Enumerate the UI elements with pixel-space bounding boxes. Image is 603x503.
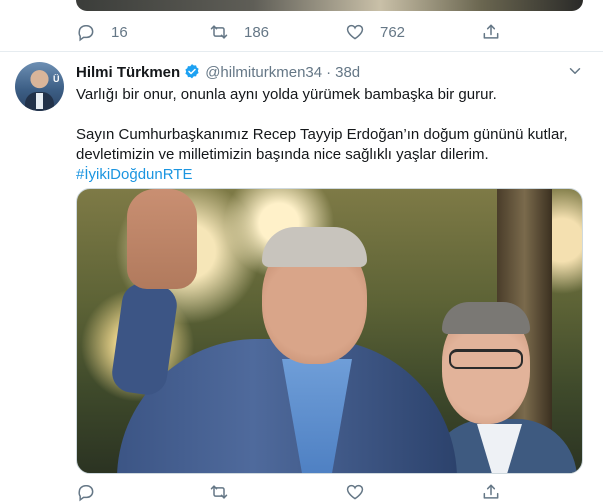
photo-person-left-hair	[262, 227, 367, 267]
like-count: 762	[380, 23, 406, 41]
reply-icon	[78, 25, 94, 42]
tweet-photo[interactable]	[76, 188, 583, 474]
author-handle[interactable]: @hilmiturkmen34	[205, 64, 322, 81]
avatar-shirt	[36, 93, 43, 109]
previous-tweet-image[interactable]	[76, 0, 583, 11]
author-name[interactable]: Hilmi Türkmen	[76, 64, 180, 81]
tweet-divider	[0, 51, 603, 52]
retweet-button[interactable]: 186	[209, 21, 269, 43]
chevron-down-icon[interactable]	[566, 62, 584, 80]
like-button[interactable]: 762	[345, 21, 405, 43]
tweet-text-line: Sayın Cumhurbaşkanımız Recep Tayyip Erdo…	[76, 126, 568, 143]
tweet-timestamp[interactable]: 38d	[335, 64, 360, 81]
photo-glasses	[449, 349, 523, 369]
header-separator: ·	[326, 63, 332, 81]
share-button[interactable]	[481, 481, 501, 503]
share-icon	[483, 24, 499, 39]
retweet-count: 186	[244, 23, 270, 41]
tweet-text-line: Varlığı bir onur, onunla aynı yolda yürü…	[76, 86, 497, 103]
retweet-button[interactable]	[209, 481, 229, 503]
share-icon	[483, 484, 499, 499]
reply-button[interactable]: 16	[76, 21, 128, 43]
tweet-text-line: devletimizin ve milletimizin başında nic…	[76, 146, 489, 163]
reply-button[interactable]	[76, 481, 96, 503]
avatar[interactable]: Ü	[15, 62, 64, 111]
hashtag-link[interactable]: #İyikiDoğdunRTE	[76, 166, 192, 183]
tweet-header: Hilmi Türkmen @hilmiturkmen34 · 38d	[76, 61, 360, 83]
heart-icon	[346, 24, 364, 40]
like-button[interactable]	[345, 481, 365, 503]
reply-icon	[78, 485, 94, 502]
tweet-text: Varlığı bir onur, onunla aynı yolda yürü…	[76, 85, 586, 185]
retweet-icon	[210, 25, 228, 39]
previous-tweet-actions: 16 186 762	[76, 21, 516, 43]
heart-icon	[346, 484, 364, 500]
retweet-icon	[210, 485, 228, 499]
tweet-actions	[76, 481, 516, 503]
photo-raised-hand	[127, 189, 197, 289]
verified-badge-icon	[185, 64, 199, 79]
reply-count: 16	[111, 23, 128, 41]
avatar-mark: Ü	[53, 74, 60, 84]
share-button[interactable]	[481, 21, 501, 43]
photo-person-right-hair	[442, 302, 530, 334]
